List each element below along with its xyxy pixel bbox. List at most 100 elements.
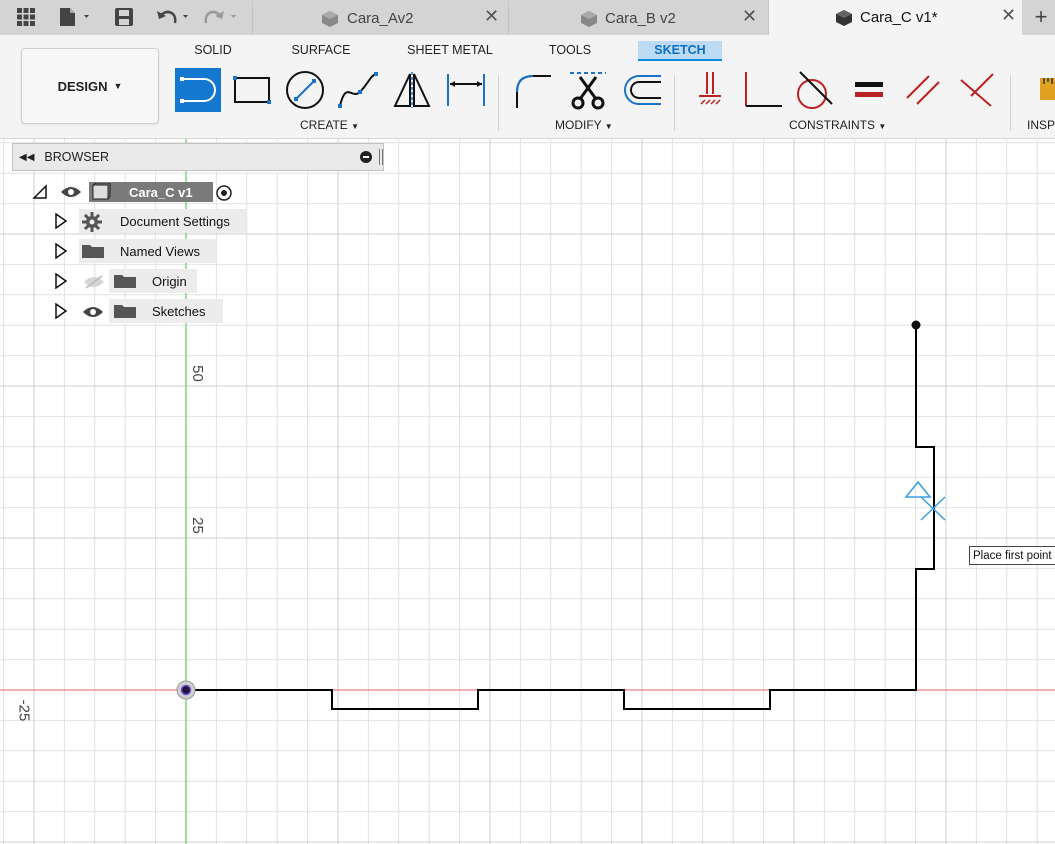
tree-label-box[interactable]: Sketches	[109, 299, 223, 323]
caret-down-icon: ▼	[113, 81, 123, 91]
mirror-tool[interactable]	[389, 68, 435, 112]
equal-constraint-tool[interactable]	[846, 68, 892, 112]
parallel-constraint-tool[interactable]	[900, 68, 946, 112]
create-group-label[interactable]: CREATE ▼	[300, 118, 359, 132]
tab-label: Cara_Av2	[347, 9, 414, 27]
collapse-triangle-icon[interactable]	[32, 184, 48, 203]
tab-cara-a[interactable]: Cara_Av2 ✕	[252, 1, 506, 35]
tab-surface[interactable]: SURFACE	[284, 41, 358, 59]
sketch-profile	[186, 325, 935, 710]
tree-item-label: Origin	[152, 273, 187, 289]
folder-icon	[114, 274, 136, 291]
axis-tick-label: 50	[188, 365, 206, 382]
app-grid-icon[interactable]	[14, 5, 38, 29]
toolbar-divider	[674, 75, 675, 131]
expand-triangle-icon[interactable]	[54, 212, 68, 232]
axis-tick-label: 25	[188, 517, 206, 534]
toolbar-divider	[1010, 75, 1011, 131]
save-icon[interactable]	[112, 5, 136, 29]
tab-solid[interactable]: SOLID	[186, 41, 240, 59]
tangent-icon	[797, 71, 833, 109]
tab-cara-b[interactable]: Cara_B v2 ✕	[508, 1, 766, 35]
minus-circle-icon[interactable]	[360, 151, 372, 166]
axis-tick-label: -25	[15, 699, 33, 722]
tree-item-label: Document Settings	[120, 213, 230, 229]
caret-down-icon: ▼	[604, 122, 613, 131]
tab-label: Cara_B v2	[605, 9, 676, 27]
offset-tool[interactable]	[618, 68, 664, 112]
tab-sketch[interactable]: SKETCH	[638, 41, 722, 61]
perpendicular-cross-icon	[960, 73, 994, 107]
panel-resize-handle[interactable]	[379, 149, 383, 165]
ruler-icon	[1040, 78, 1055, 100]
tree-label-box[interactable]: Named Views	[79, 239, 216, 263]
constraints-group-label[interactable]: CONSTRAINTS ▼	[789, 118, 886, 132]
eye-hidden-icon[interactable]	[83, 275, 105, 292]
caret-down-icon: ▼	[351, 122, 360, 131]
coincident-constraint-tool[interactable]	[686, 68, 732, 112]
file-menu-icon[interactable]	[56, 5, 96, 29]
origin-point	[180, 684, 192, 696]
inspect-label: INSPI	[1027, 118, 1055, 132]
parallel-icon	[906, 75, 940, 105]
workspace-switcher-button[interactable]: DESIGN ▼	[21, 48, 159, 124]
tree-label-box[interactable]: Origin	[109, 269, 197, 293]
close-icon[interactable]: ✕	[484, 6, 499, 27]
toolbar-divider	[498, 75, 499, 131]
sketch-endpoint	[911, 320, 921, 330]
active-radio-icon[interactable]	[215, 184, 233, 205]
tab-label: Cara_C v1*	[860, 9, 938, 26]
folder-icon	[114, 304, 136, 321]
mirror-icon	[393, 72, 431, 108]
fillet-icon	[516, 75, 551, 108]
dimension-icon	[447, 74, 485, 106]
tree-item-label: Sketches	[152, 303, 206, 319]
collapse-left-icon[interactable]: ◀◀	[19, 152, 34, 163]
caret-down-icon: ▼	[878, 122, 887, 131]
browser-header[interactable]: ◀◀ BROWSER	[12, 143, 384, 171]
tab-cara-c[interactable]: Cara_C v1* ✕	[768, 0, 1022, 35]
close-icon[interactable]: ✕	[742, 6, 757, 27]
browser-item-document-settings[interactable]: Document Settings	[54, 209, 254, 235]
eye-icon[interactable]	[82, 305, 104, 322]
dimension-tool[interactable]	[443, 68, 489, 112]
rectangle-tool[interactable]	[228, 68, 274, 112]
modify-label: MODIFY	[555, 118, 602, 132]
browser-item-sketches[interactable]: Sketches	[54, 299, 226, 325]
inspect-group-label[interactable]: INSPI	[1027, 118, 1055, 132]
trim-tool[interactable]	[565, 68, 611, 112]
undo-icon[interactable]	[154, 5, 194, 29]
close-icon[interactable]: ✕	[1001, 5, 1016, 26]
expand-triangle-icon[interactable]	[54, 242, 68, 262]
tooltip: Place first point	[969, 546, 1055, 565]
tab-sheet-metal[interactable]: SHEET METAL	[402, 41, 498, 59]
browser-root-row[interactable]: Cara_C v1	[32, 180, 247, 206]
redo-icon[interactable]	[202, 5, 242, 29]
root-component-label[interactable]: Cara_C v1	[89, 182, 213, 202]
new-tab-icon[interactable]: +	[1030, 4, 1052, 29]
tab-tools[interactable]: TOOLS	[540, 41, 600, 59]
constraints-label: CONSTRAINTS	[789, 118, 876, 132]
expand-triangle-icon[interactable]	[54, 272, 68, 292]
measure-tool[interactable]	[1030, 68, 1055, 112]
circle-tool[interactable]	[282, 68, 328, 112]
spline-tool[interactable]	[335, 68, 381, 112]
folder-icon	[82, 244, 104, 261]
tree-label-box[interactable]: Document Settings	[79, 209, 246, 233]
collinear-constraint-tool[interactable]	[954, 68, 1000, 112]
eye-icon[interactable]	[60, 185, 82, 202]
slot-icon	[180, 77, 216, 103]
cursor-triangle-icon	[904, 480, 932, 498]
modify-group-label[interactable]: MODIFY ▼	[555, 118, 613, 132]
perpendicular-constraint-tool[interactable]	[739, 68, 785, 112]
create-sketch-slot-tool[interactable]	[175, 68, 221, 112]
tangent-constraint-tool[interactable]	[791, 68, 837, 112]
browser-title: BROWSER	[44, 150, 109, 164]
browser-item-origin[interactable]: Origin	[54, 269, 204, 295]
fillet-tool[interactable]	[510, 68, 556, 112]
rectangle-icon	[233, 76, 271, 104]
expand-triangle-icon[interactable]	[54, 302, 68, 322]
perpendicular-icon	[745, 72, 782, 107]
create-label: CREATE	[300, 118, 348, 132]
browser-item-named-views[interactable]: Named Views	[54, 239, 224, 265]
